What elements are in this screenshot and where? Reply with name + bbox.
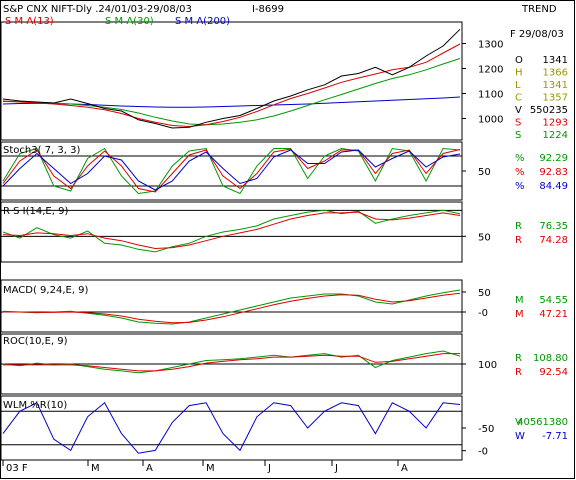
price-series-line-1: [2, 58, 461, 126]
rsi-panel-frame: [0, 201, 463, 263]
trend-label: TREND: [521, 4, 557, 15]
legend-entry: S M A(13): [5, 16, 54, 27]
xtick-label: J: [267, 463, 271, 474]
price-value-key: O: [515, 55, 523, 66]
xtick-label: J: [334, 463, 338, 474]
price-ytick: 1100: [478, 90, 503, 101]
price-value: 1293: [543, 118, 568, 129]
price-ytick: 1300: [478, 40, 503, 51]
macd-series-line-1: [3, 292, 461, 324]
price-value: 1341: [543, 80, 568, 91]
wlm-value: 40561380: [517, 417, 568, 428]
stoch-value: 92.83: [539, 167, 568, 178]
stoch-value-key: %: [515, 153, 525, 164]
xtick-label: M: [91, 463, 100, 474]
wlm-value: -7.71: [542, 431, 568, 442]
roc-value: 92.54: [539, 367, 568, 378]
technical-chart: S&P CNX NIFT-Dly .24/01/03-29/08/03 I-86…: [0, 0, 575, 479]
rsi-ytick: 50: [478, 232, 491, 243]
legend-entry: S M A(30): [105, 16, 154, 27]
chart-title: S&P CNX NIFT-Dly .24/01/03-29/08/03: [3, 4, 192, 15]
price-value-key: S: [515, 130, 521, 141]
stoch-value: 84.49: [539, 181, 568, 192]
price-value-key: L: [515, 80, 521, 91]
price-value-key: V: [515, 105, 522, 116]
price-value: 1224: [543, 130, 568, 141]
rsi-label: R S I(14,E, 9): [3, 206, 68, 217]
stoch-label: Stoch3( 7, 3, 3): [3, 145, 80, 156]
macd-value-key: M: [515, 309, 524, 320]
price-series-line-2: [2, 43, 461, 128]
xtick-label: M: [206, 463, 215, 474]
rsi-value-key: R: [515, 235, 522, 246]
price-value: 1357: [543, 93, 568, 104]
roc-value-key: R: [515, 353, 522, 364]
price-value: 550235: [530, 105, 568, 116]
price-panel-frame: [0, 21, 463, 141]
macd-value: 47.21: [539, 309, 568, 320]
price-value: 1341: [543, 55, 568, 66]
stoch-value-key: %: [515, 167, 525, 178]
xtick-label: 03 F: [6, 463, 28, 474]
roc-label: ROC(10,E, 9): [3, 336, 68, 347]
rsi-value: 76.35: [539, 221, 568, 232]
price-ytick: 1200: [478, 65, 503, 76]
rsi-value-key: R: [515, 221, 522, 232]
chart-id: I-8699: [252, 4, 284, 15]
macd-ytick: -0: [478, 308, 488, 319]
macd-value: 54.55: [539, 295, 568, 306]
roc-series-line-1: [3, 353, 460, 372]
wlm-series-line-0: [2, 402, 461, 454]
xtick-label: A: [401, 463, 408, 474]
chart-date: F 29/08/03: [510, 29, 564, 40]
stoch-value-key: %: [515, 181, 525, 192]
roc-ytick: 100: [478, 360, 497, 371]
rsi-value: 74.28: [539, 235, 568, 246]
macd-ytick: 50: [478, 288, 491, 299]
price-value-key: S: [515, 118, 521, 129]
wlm-label: WLM %R(10): [3, 400, 67, 411]
price-value-key: C: [515, 93, 522, 104]
legend-entry: S M A(200): [175, 16, 230, 27]
xtick-label: A: [146, 463, 153, 474]
macd-value-key: M: [515, 295, 524, 306]
price-ytick: 1000: [478, 115, 503, 126]
roc-value-key: R: [515, 367, 522, 378]
rsi-series-line-0: [2, 209, 461, 253]
roc-value: 108.80: [533, 353, 568, 364]
wlm-ytick: -50: [478, 424, 494, 435]
macd-label: MACD( 9,24,E, 9): [3, 285, 89, 296]
roc-ytick: -0: [478, 447, 488, 458]
price-value-key: H: [515, 68, 523, 79]
stoch-value: 92.29: [539, 153, 568, 164]
wlm-value-key: W: [515, 431, 525, 442]
price-value: 1366: [543, 68, 568, 79]
stoch-ytick: 50: [478, 167, 491, 178]
